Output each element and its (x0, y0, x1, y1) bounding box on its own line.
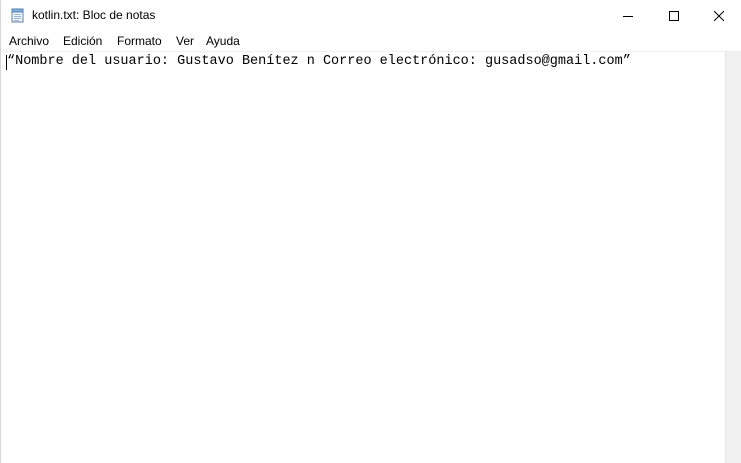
menu-edicion[interactable]: Edición (63, 34, 102, 48)
close-button[interactable] (696, 0, 741, 31)
menu-formato[interactable]: Formato (117, 34, 162, 48)
vertical-scrollbar[interactable] (725, 51, 741, 463)
title-bar[interactable]: kotlin.txt: Bloc de notas (1, 0, 741, 31)
window-title: kotlin.txt: Bloc de notas (32, 8, 156, 22)
close-icon (714, 10, 724, 21)
menu-ver[interactable]: Ver (176, 34, 194, 48)
editor-content[interactable]: “Nombre del usuario: Gustavo Benítez n C… (7, 54, 631, 70)
minimize-icon (623, 15, 633, 17)
menu-ayuda[interactable]: Ayuda (206, 34, 240, 48)
minimize-button[interactable] (605, 0, 651, 31)
text-editor[interactable]: “Nombre del usuario: Gustavo Benítez n C… (1, 51, 725, 463)
maximize-icon (669, 10, 679, 21)
maximize-button[interactable] (651, 0, 697, 31)
menu-bar: Archivo Edición Formato Ver Ayuda (1, 31, 741, 51)
notepad-window: kotlin.txt: Bloc de notas Archivo Edició… (0, 0, 741, 463)
notepad-icon (11, 8, 24, 23)
menu-archivo[interactable]: Archivo (9, 34, 49, 48)
